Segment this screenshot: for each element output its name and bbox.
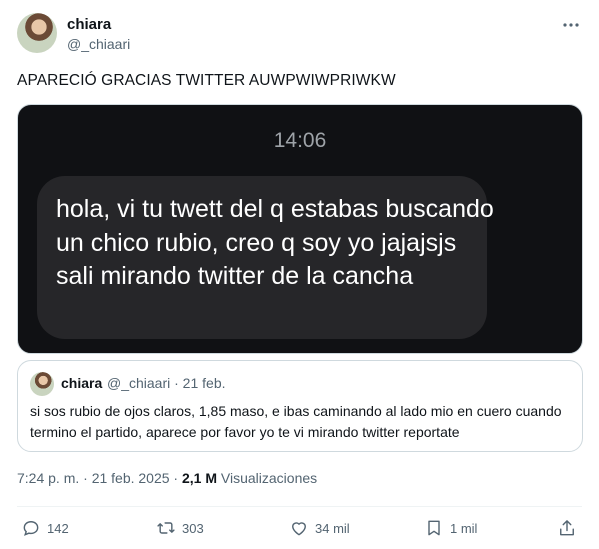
divider bbox=[17, 506, 582, 507]
tweet-timestamp-row: 7:24 p. m. · 21 feb. 2025 · 2,1 M Visual… bbox=[17, 470, 317, 486]
reply-count: 142 bbox=[47, 520, 69, 536]
views-count: 2,1 M bbox=[182, 470, 218, 486]
quote-text: si sos rubio de ojos claros, 1,85 maso, … bbox=[30, 403, 562, 440]
repost-button[interactable]: 303 bbox=[156, 515, 204, 541]
tweet-text: APARECIÓ GRACIAS TWITTER AUWPWIWPRIWKW bbox=[17, 72, 396, 89]
reply-icon bbox=[23, 521, 39, 536]
author-name[interactable]: chiara bbox=[67, 16, 111, 33]
views-label: Visualizaciones bbox=[217, 470, 318, 486]
tweet-header: chiara @_chiaari bbox=[17, 13, 585, 55]
media-time: 14:06 bbox=[273, 129, 327, 152]
bookmark-count: 1 mil bbox=[450, 520, 478, 536]
author-handle[interactable]: @_chiaari bbox=[67, 36, 130, 52]
tweet-media[interactable]: 14:06 hola, vi tu twett del q estabas bu… bbox=[17, 104, 583, 354]
tweet-timestamp[interactable]: 7:24 p. m. · 21 feb. 2025 · bbox=[17, 470, 182, 486]
quoted-tweet[interactable]: chiara @_chiaari · 21 feb. si sos rubio … bbox=[17, 360, 583, 452]
quote-author-name: chiara bbox=[61, 375, 103, 391]
bookmark-icon bbox=[428, 520, 440, 536]
repost-icon bbox=[157, 522, 175, 534]
like-count: 34 mil bbox=[315, 520, 350, 536]
like-button[interactable]: 34 mil bbox=[289, 515, 350, 541]
quote-avatar bbox=[30, 372, 54, 396]
share-button[interactable] bbox=[557, 515, 577, 541]
more-icon[interactable] bbox=[561, 16, 581, 34]
reply-button[interactable]: 142 bbox=[21, 515, 69, 541]
action-bar: 142 303 34 mil 1 mil bbox=[17, 515, 583, 541]
like-icon bbox=[292, 522, 306, 536]
bookmark-button[interactable]: 1 mil bbox=[424, 515, 477, 541]
repost-count: 303 bbox=[182, 520, 204, 536]
message-text: hola, vi tu twett del q estabas buscando… bbox=[56, 195, 494, 290]
quote-meta: @_chiaari · 21 feb. bbox=[107, 375, 226, 391]
share-icon bbox=[560, 520, 574, 536]
avatar[interactable] bbox=[17, 13, 57, 53]
